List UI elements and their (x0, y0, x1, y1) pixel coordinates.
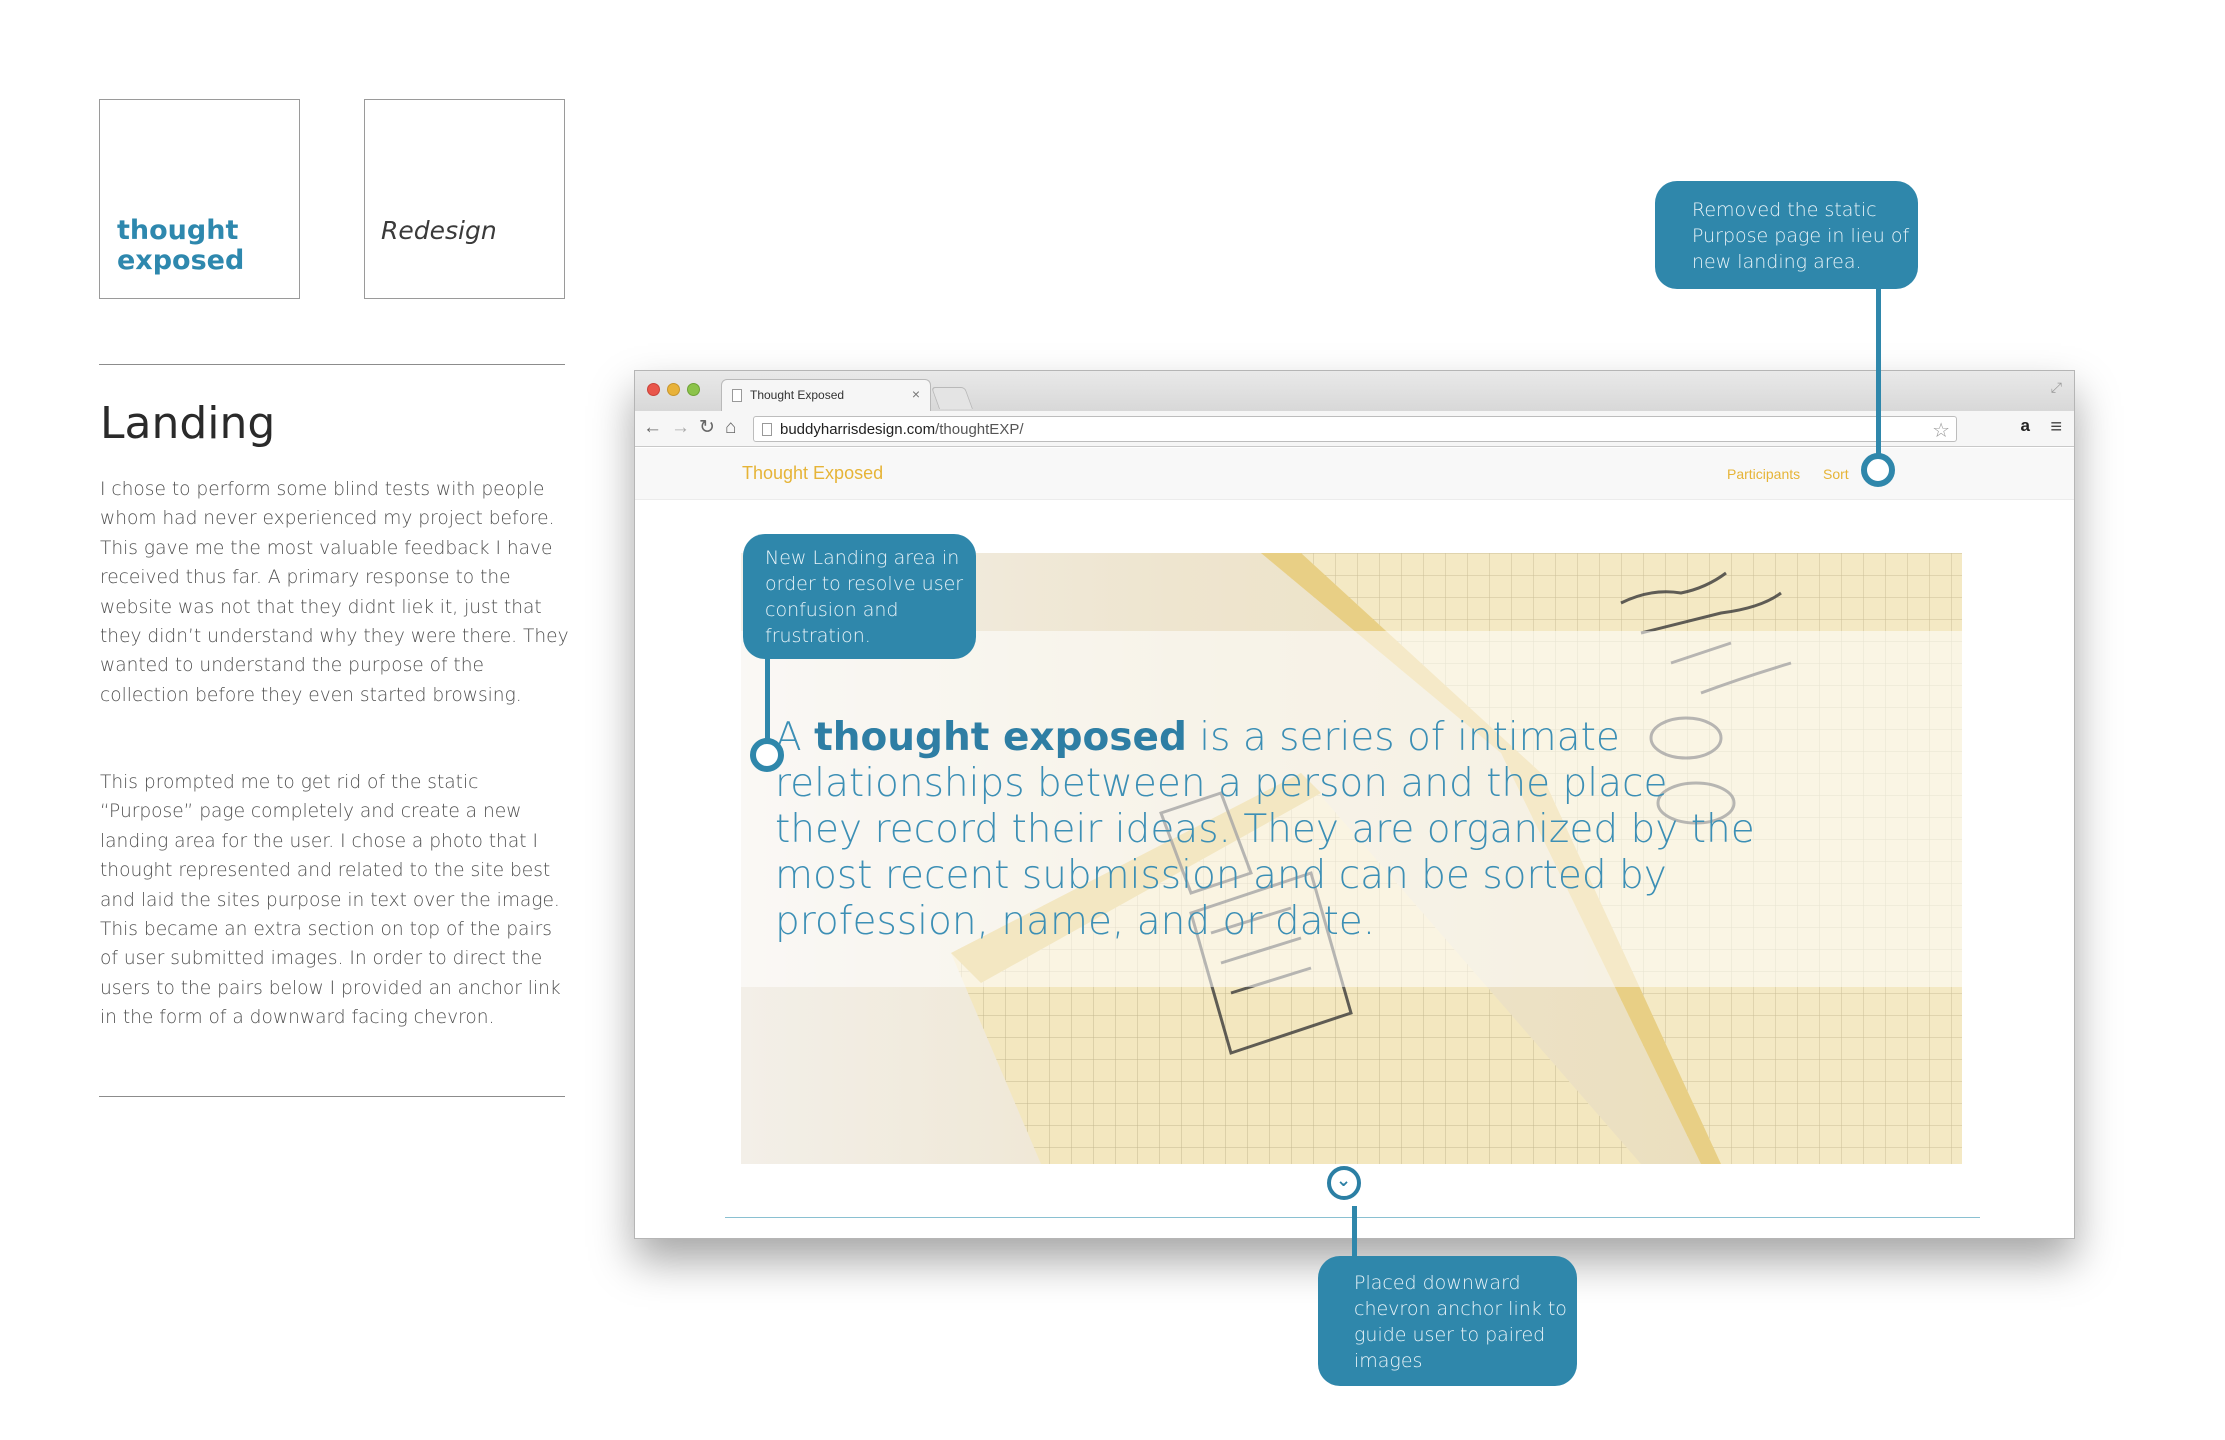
resize-icon[interactable]: ⤢ (2051, 379, 2062, 396)
thought-exposed-logo-box: thought exposed (99, 99, 300, 299)
page-icon (762, 423, 772, 436)
minimize-window-icon[interactable] (667, 383, 680, 396)
star-icon[interactable]: ☆ (1932, 418, 1950, 443)
hero-purpose-text: A thought exposed is a series of intimat… (775, 715, 1755, 945)
url-path: /thoughtEXP/ (935, 421, 1024, 438)
amazon-icon[interactable]: a (2021, 416, 2030, 436)
browser-toolbar: ← → ↻ ⌂ buddyharrisdesign.com/thoughtEXP… (635, 411, 2074, 447)
callout-chevron-anchor: Placed downward chevron anchor link to g… (1318, 1256, 1577, 1386)
callout-marker-ring (750, 738, 784, 772)
section-title: Landing (100, 398, 276, 449)
maximize-window-icon[interactable] (687, 383, 700, 396)
forward-arrow-icon[interactable]: → (671, 417, 690, 439)
thought-exposed-logo: thought exposed (117, 216, 244, 276)
bottom-divider (99, 1096, 565, 1097)
callout-marker-ring (1861, 453, 1895, 487)
nav-sort-link[interactable]: Sort (1823, 466, 1849, 482)
description-paragraph-2: This prompted me to get rid of the stati… (100, 772, 561, 1029)
description-paragraph-1: I chose to perform some blind tests with… (100, 479, 569, 706)
chevron-down-anchor-link[interactable]: ⌄ (1327, 1166, 1361, 1200)
top-divider (99, 364, 565, 365)
callout-new-landing-area: New Landing area in order to resolve use… (743, 534, 976, 659)
hero-bold-title: thought exposed (814, 715, 1187, 760)
url-text: buddyharrisdesign.com/thoughtEXP/ (780, 421, 1024, 438)
logo-line-2: exposed (117, 245, 245, 276)
tab-title: Thought Exposed (750, 388, 845, 402)
redesign-box: Redesign (364, 99, 565, 299)
callout-leader-line (1876, 286, 1881, 467)
address-bar[interactable]: buddyharrisdesign.com/thoughtEXP/ ☆ (753, 416, 1957, 442)
nav-participants-link[interactable]: Participants (1727, 466, 1800, 482)
browser-tab[interactable]: Thought Exposed × (721, 379, 931, 411)
callout-leader-line (1352, 1206, 1357, 1258)
browser-title-bar: Thought Exposed × ⤢ (635, 371, 2074, 411)
browser-window: Thought Exposed × ⤢ ← → ↻ ⌂ buddyharrisd… (634, 370, 2075, 1239)
close-window-icon[interactable] (647, 383, 660, 396)
url-domain: buddyharrisdesign.com (780, 421, 936, 438)
reload-icon[interactable]: ↻ (699, 417, 715, 439)
page-icon (732, 389, 742, 402)
site-navbar: Thought Exposed Participants Sort (635, 448, 2074, 500)
new-tab-button[interactable] (930, 387, 974, 409)
back-arrow-icon[interactable]: ← (643, 417, 662, 439)
close-tab-icon[interactable]: × (912, 386, 920, 402)
chevron-down-icon: ⌄ (1336, 1170, 1352, 1190)
logo-line-1: thought (117, 215, 239, 246)
site-brand-link[interactable]: Thought Exposed (742, 463, 883, 484)
menu-icon[interactable]: ≡ (2050, 416, 2062, 439)
redesign-label: Redesign (381, 216, 497, 245)
callout-removed-purpose-page: Removed the static Purpose page in lieu … (1655, 181, 1918, 289)
home-icon[interactable]: ⌂ (725, 417, 736, 439)
